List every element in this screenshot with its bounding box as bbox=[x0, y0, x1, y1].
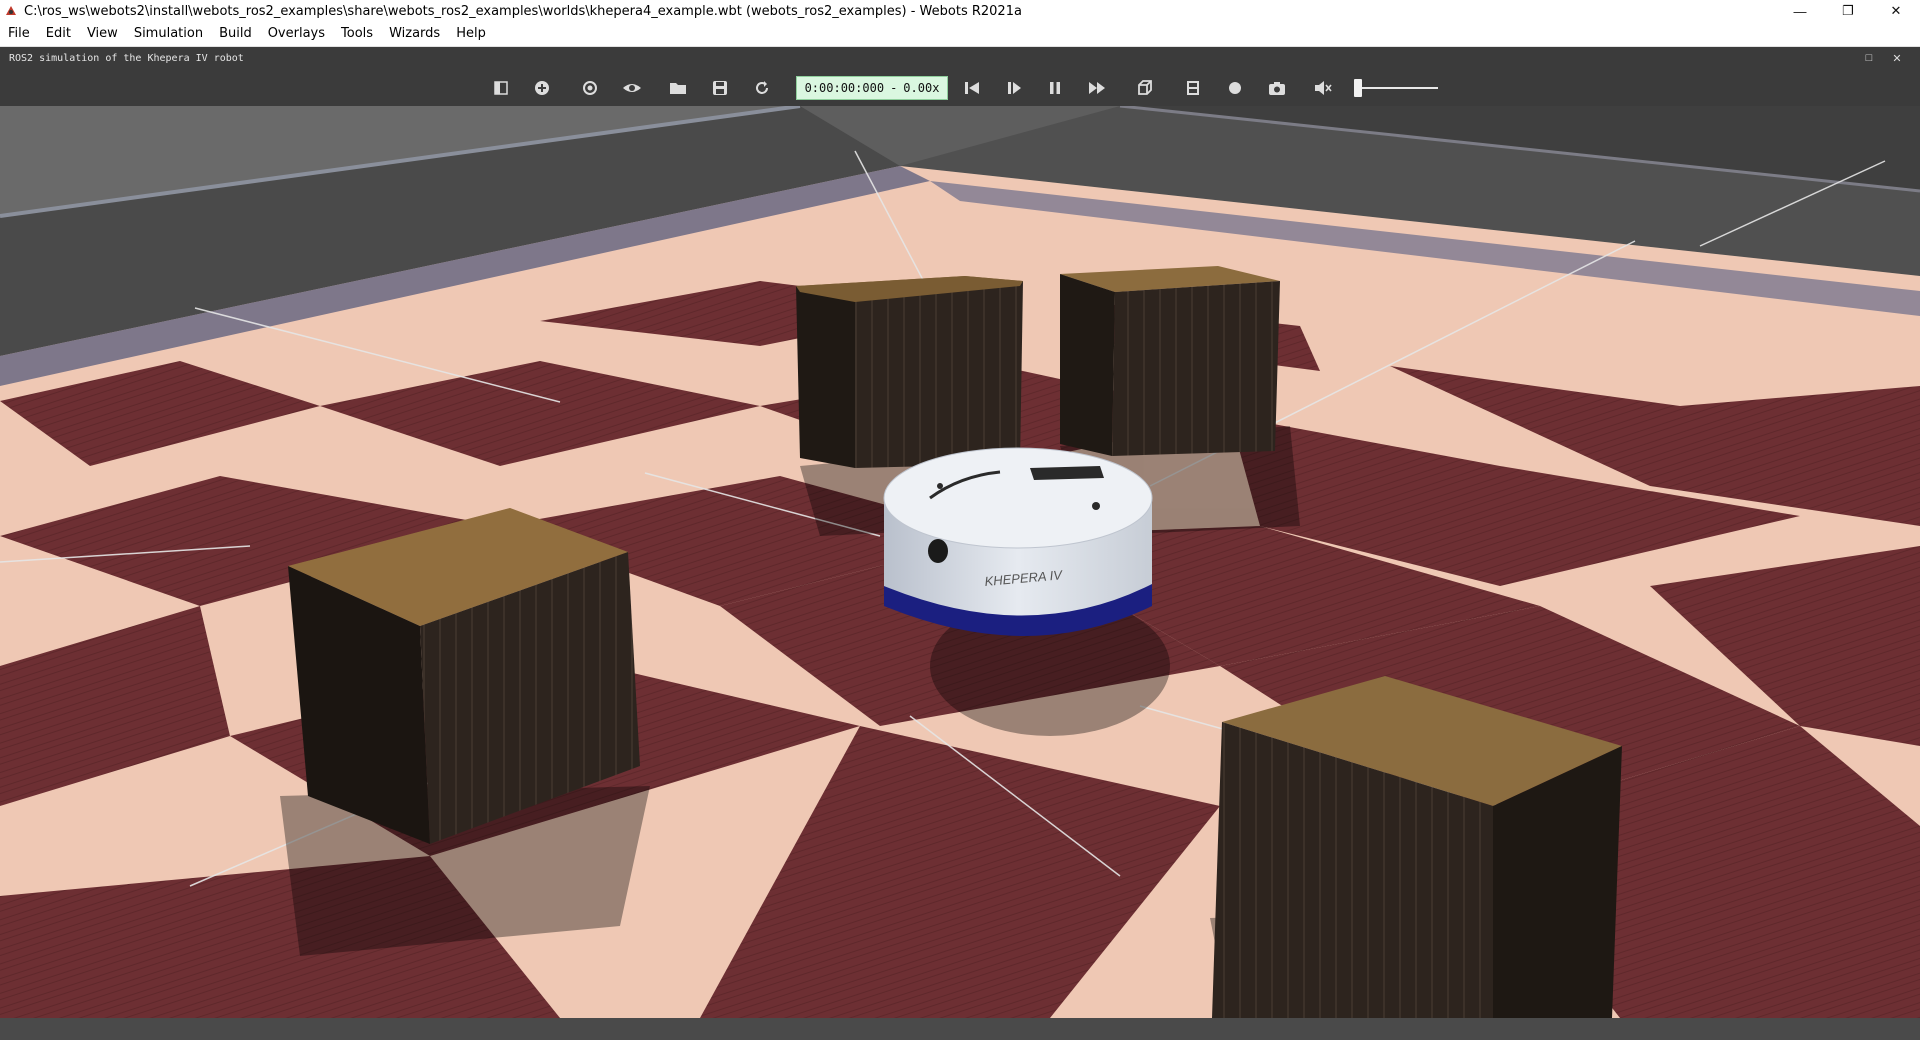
pause-button[interactable] bbox=[1043, 76, 1067, 100]
screenshot-icon bbox=[1269, 82, 1285, 95]
minimize-button[interactable]: — bbox=[1776, 0, 1824, 22]
menu-edit[interactable]: Edit bbox=[38, 22, 79, 46]
title-bar: C:\ros_ws\webots2\install\webots_ros2_ex… bbox=[0, 0, 1920, 22]
fast-forward-button[interactable] bbox=[1085, 76, 1109, 100]
status-bar bbox=[0, 1018, 1920, 1040]
menu-overlays[interactable]: Overlays bbox=[260, 22, 333, 46]
record-animation-button[interactable] bbox=[1223, 76, 1247, 100]
volume-slider-track bbox=[1356, 87, 1438, 89]
reset-simulation-button[interactable] bbox=[960, 76, 984, 100]
open-world-button[interactable] bbox=[666, 76, 690, 100]
menu-file[interactable]: File bbox=[0, 22, 38, 46]
view-icon bbox=[623, 84, 641, 92]
window-title: C:\ros_ws\webots2\install\webots_ros2_ex… bbox=[24, 3, 1022, 19]
reset-simulation-icon bbox=[965, 82, 979, 94]
window-controls: — ❐ ✕ bbox=[1776, 0, 1920, 22]
menu-tools[interactable]: Tools bbox=[333, 22, 381, 46]
dock-title: ROS2 simulation of the Khepera IV robot bbox=[9, 52, 244, 64]
time-separator: - bbox=[890, 81, 898, 95]
projection-icon bbox=[1138, 80, 1152, 95]
mute-button[interactable] bbox=[1311, 76, 1335, 100]
dock-header: ROS2 simulation of the Khepera IV robot … bbox=[0, 47, 1920, 69]
menu-bar: File Edit View Simulation Build Overlays… bbox=[0, 22, 1920, 47]
3d-view[interactable]: KHEPERA IV bbox=[0, 106, 1920, 1018]
pause-icon bbox=[1050, 82, 1060, 94]
open-world-icon bbox=[670, 83, 686, 94]
menu-build[interactable]: Build bbox=[211, 22, 260, 46]
follow-view-icon bbox=[583, 81, 597, 95]
simulation-time: 0:00:00:000 bbox=[804, 81, 885, 95]
menu-wizards[interactable]: Wizards bbox=[381, 22, 448, 46]
menu-help[interactable]: Help bbox=[448, 22, 494, 46]
khepera-robot: KHEPERA IV bbox=[883, 447, 1153, 636]
simulation-speed: 0.00x bbox=[903, 81, 940, 95]
reload-world-icon bbox=[756, 81, 768, 94]
screenshot-button[interactable] bbox=[1265, 76, 1289, 100]
webots-logo-icon bbox=[6, 6, 16, 15]
save-world-icon bbox=[713, 81, 727, 95]
record-movie-icon bbox=[1187, 81, 1199, 95]
fast-forward-icon bbox=[1089, 82, 1105, 94]
scene-tree-toggle-icon bbox=[494, 81, 508, 95]
record-animation-icon bbox=[1229, 82, 1241, 94]
record-movie-button[interactable] bbox=[1181, 76, 1205, 100]
volume-slider[interactable] bbox=[1352, 76, 1442, 100]
view-button[interactable] bbox=[620, 76, 644, 100]
save-world-button[interactable] bbox=[708, 76, 732, 100]
add-node-button[interactable] bbox=[530, 76, 554, 100]
step-button[interactable] bbox=[1002, 76, 1026, 100]
menu-view[interactable]: View bbox=[79, 22, 126, 46]
simulation-toolbar: 0:00:00:000 - 0.00x bbox=[0, 69, 1920, 106]
dock-restore-button[interactable]: □ bbox=[1862, 51, 1876, 65]
3d-scene: KHEPERA IV bbox=[0, 106, 1920, 1018]
volume-slider-thumb[interactable] bbox=[1354, 79, 1362, 97]
dock-close-button[interactable]: ✕ bbox=[1890, 51, 1904, 65]
restore-button[interactable]: ❐ bbox=[1824, 0, 1872, 22]
step-icon bbox=[1008, 82, 1021, 94]
follow-view-button[interactable] bbox=[578, 76, 602, 100]
wooden-crate-back-right bbox=[1060, 266, 1280, 456]
projection-button[interactable] bbox=[1133, 76, 1157, 100]
mute-icon bbox=[1315, 81, 1332, 95]
add-node-icon bbox=[535, 81, 549, 95]
simulation-time-display: 0:00:00:000 - 0.00x bbox=[796, 76, 948, 100]
wooden-crate-back-left bbox=[796, 276, 1023, 468]
menu-simulation[interactable]: Simulation bbox=[126, 22, 211, 46]
reload-world-button[interactable] bbox=[750, 76, 774, 100]
close-button[interactable]: ✕ bbox=[1872, 0, 1920, 22]
scene-tree-toggle-button[interactable] bbox=[489, 76, 513, 100]
